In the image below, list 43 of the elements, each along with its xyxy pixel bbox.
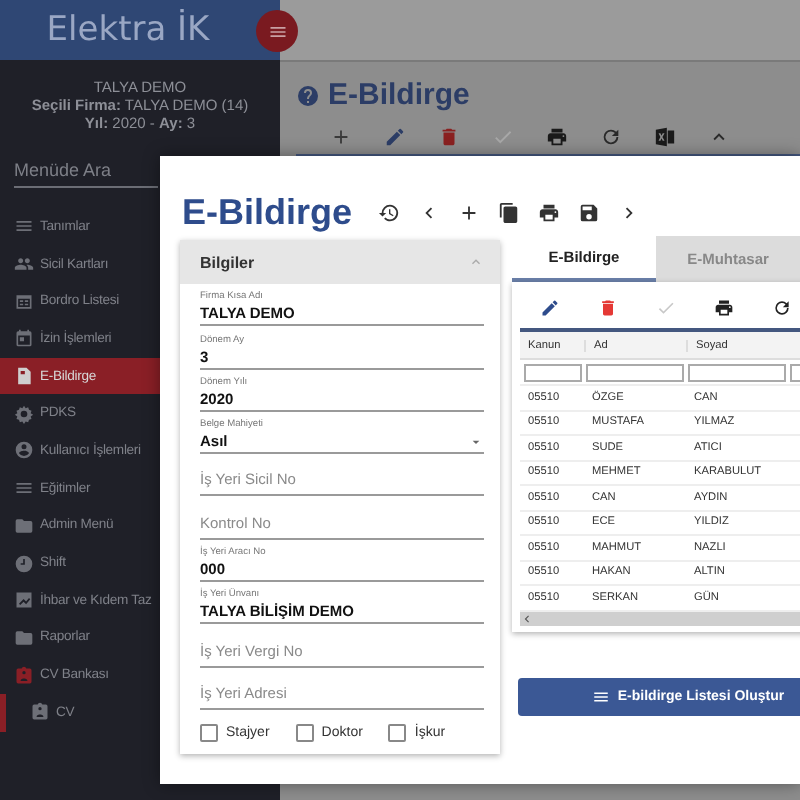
history-icon[interactable] xyxy=(378,202,401,224)
check-icon[interactable] xyxy=(492,126,514,148)
table-icon xyxy=(14,291,34,312)
filter-field[interactable] xyxy=(524,363,582,381)
help-icon[interactable] xyxy=(296,83,320,107)
calendar-icon xyxy=(14,328,34,349)
spreadsheet-icon[interactable] xyxy=(654,126,676,148)
scroll-left-icon[interactable] xyxy=(520,611,534,625)
menu-button[interactable] xyxy=(256,10,298,52)
dialog-title: E-Bildirge xyxy=(182,192,353,234)
folder-icon xyxy=(14,627,34,648)
lines-icon xyxy=(14,478,34,499)
folder-icon xyxy=(14,515,34,536)
user-icon xyxy=(14,440,34,461)
clock-icon xyxy=(14,553,34,574)
app-logo: Elektra İK xyxy=(46,10,210,50)
menu-icon xyxy=(267,21,287,41)
trash-icon[interactable] xyxy=(438,126,460,148)
pencil-icon[interactable] xyxy=(540,298,560,318)
info-card-header[interactable]: Bilgiler xyxy=(180,240,500,284)
document-icon xyxy=(14,366,34,387)
clipboard-icon xyxy=(30,702,50,723)
page-title: E-Bildirge xyxy=(328,78,470,112)
add-icon[interactable] xyxy=(458,202,481,224)
print-icon[interactable] xyxy=(538,202,561,224)
trash-icon[interactable] xyxy=(598,298,618,318)
clipboard-icon xyxy=(14,665,34,686)
menu-search-field[interactable]: Menüde Ara xyxy=(14,154,158,188)
people-icon xyxy=(14,254,34,275)
save-icon[interactable] xyxy=(578,202,601,224)
card-title: Bilgiler xyxy=(200,253,255,271)
list-icon xyxy=(591,688,610,706)
pencil-icon[interactable] xyxy=(384,126,406,148)
filter-field[interactable] xyxy=(586,363,684,381)
lines-icon xyxy=(14,216,34,237)
collapse-icon xyxy=(468,254,484,270)
check-icon[interactable] xyxy=(656,298,676,318)
gear-icon xyxy=(14,403,34,424)
filter-field[interactable] xyxy=(688,363,786,381)
print-icon[interactable] xyxy=(714,298,734,318)
copy-icon[interactable] xyxy=(498,202,521,224)
chart-icon xyxy=(14,590,34,611)
refresh-icon[interactable] xyxy=(772,298,792,318)
